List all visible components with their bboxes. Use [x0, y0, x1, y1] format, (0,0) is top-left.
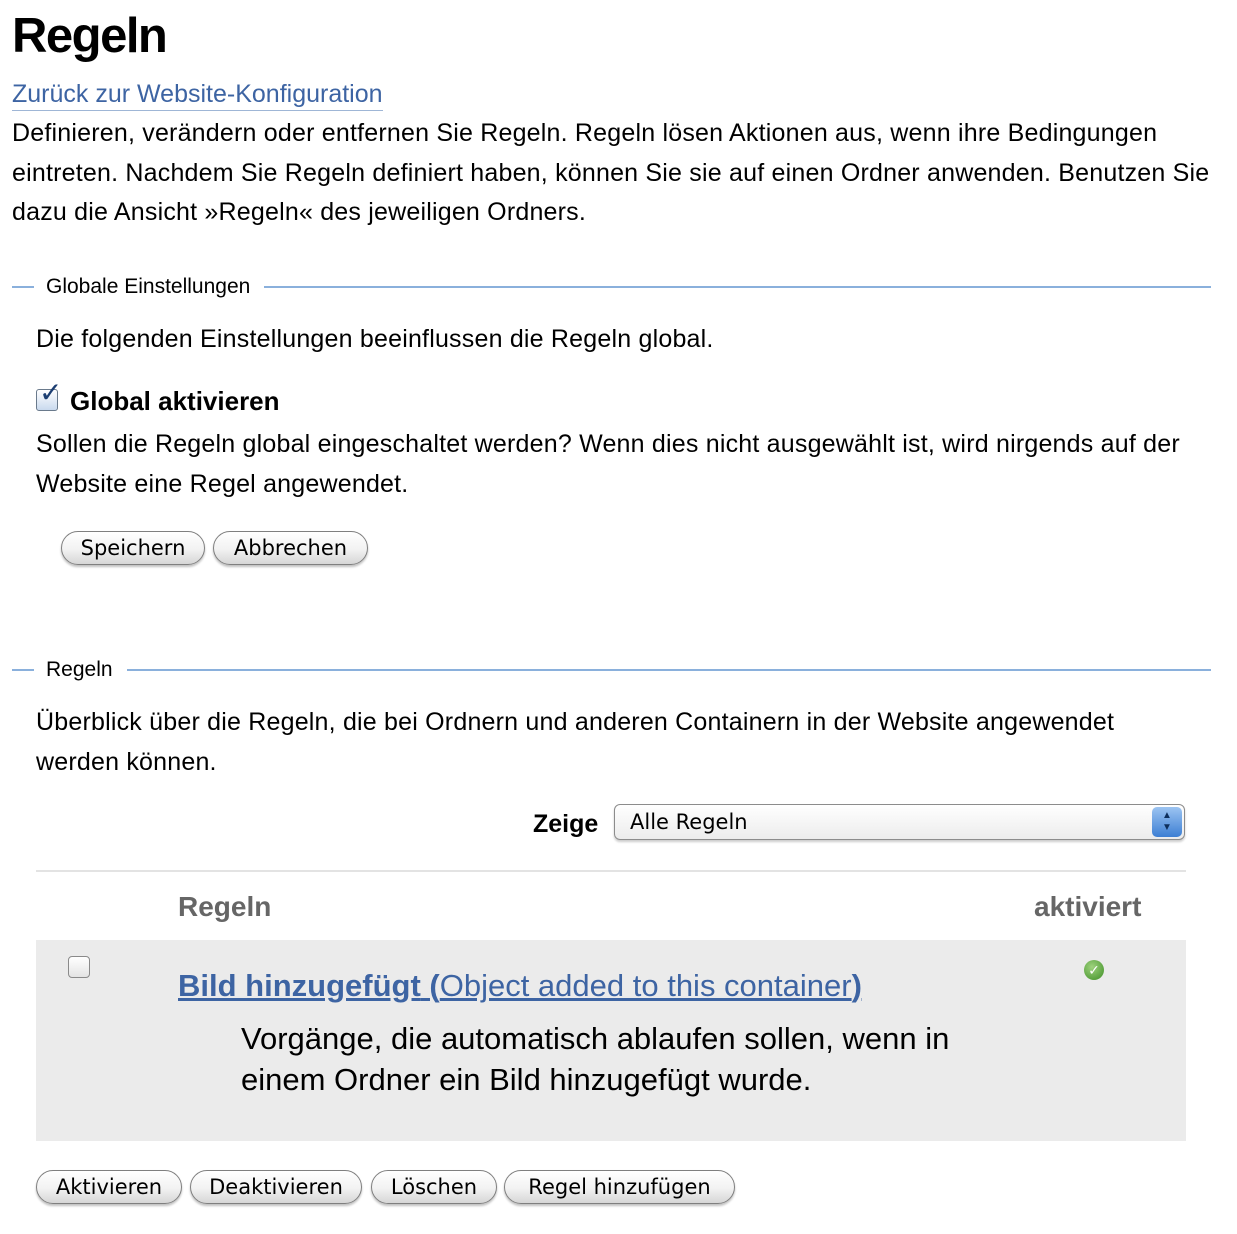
global-enable-help: Sollen die Regeln global eingeschaltet w…	[36, 430, 1180, 498]
global-settings-legend: Globale Einstellungen	[34, 275, 265, 299]
rule-paren-open: (	[420, 968, 440, 1003]
checkmark-icon: ✓	[39, 377, 63, 408]
intro-text: Definieren, verändern oder entfernen Sie…	[12, 119, 1210, 226]
rule-event: Object added to this container	[439, 968, 852, 1003]
global-enable-checkbox[interactable]: ✓	[36, 378, 62, 411]
rules-filter-select[interactable]: Alle Regeln ▲ ▼	[614, 804, 1185, 840]
delete-button[interactable]: Löschen	[371, 1170, 497, 1204]
save-button[interactable]: Speichern	[61, 531, 205, 565]
rule-paren-close: )	[851, 968, 862, 1003]
rule-description: Vorgänge, die automatisch ablaufen solle…	[241, 1021, 950, 1097]
rules-description: Überblick über die Regeln, die bei Ordne…	[36, 708, 1115, 776]
filter-label: Zeige	[533, 810, 599, 838]
rules-legend: Regeln	[34, 658, 127, 682]
rules-filter-value: Alle Regeln	[630, 810, 748, 834]
rule-select-checkbox[interactable]	[68, 956, 90, 978]
rule-title-link[interactable]: Bild hinzugefügt (Object added to this c…	[178, 968, 862, 1004]
cancel-button[interactable]: Abbrechen	[213, 531, 368, 565]
deactivate-button[interactable]: Deaktivieren	[190, 1170, 362, 1204]
back-to-site-setup-link[interactable]: Zurück zur Website-Konfiguration	[12, 78, 383, 111]
global-settings-section: Globale Einstellungen Die folgenden Eins…	[12, 275, 1211, 618]
rule-name: Bild hinzugefügt	[178, 968, 421, 1003]
table-row: Bild hinzugefügt (Object added to this c…	[36, 940, 1186, 1141]
column-header-rules: Regeln	[178, 891, 272, 922]
column-header-enabled: aktiviert	[1034, 891, 1142, 922]
check-circle-icon: ✓	[1084, 960, 1104, 980]
table-divider	[36, 870, 1186, 872]
activate-button[interactable]: Aktivieren	[36, 1170, 182, 1204]
global-enable-label[interactable]: Global aktivieren	[70, 386, 280, 416]
page-title: Regeln	[12, 9, 168, 63]
select-arrows-icon: ▲ ▼	[1152, 807, 1182, 837]
add-rule-button[interactable]: Regel hinzufügen	[504, 1170, 735, 1204]
global-settings-description: Die folgenden Einstellungen beeinflussen…	[36, 325, 714, 353]
